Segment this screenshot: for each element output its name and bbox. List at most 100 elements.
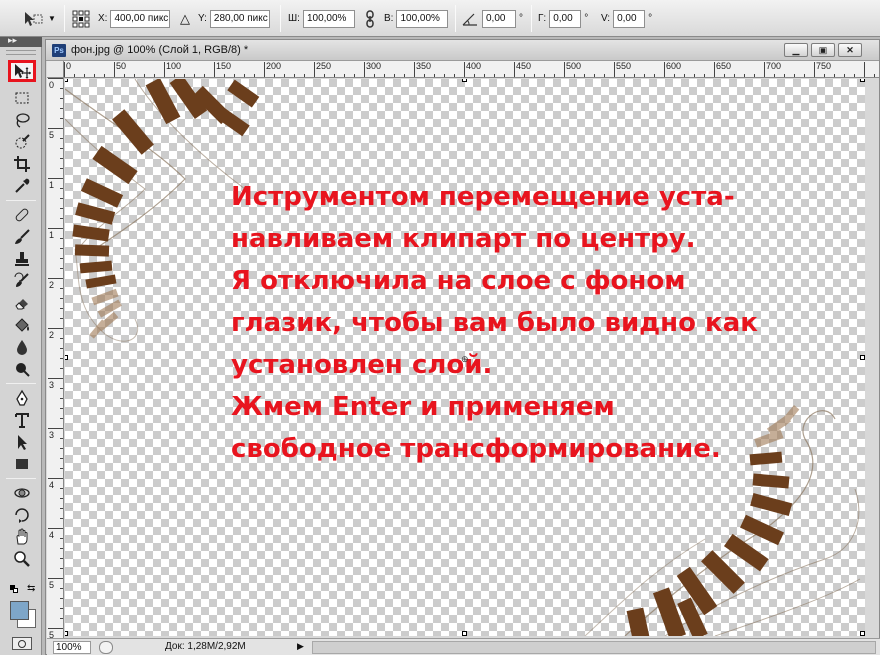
- ruler-tick: [584, 74, 585, 77]
- ruler-tick: [204, 74, 205, 77]
- ruler-tick: [224, 74, 225, 77]
- ruler-tick: [60, 498, 63, 499]
- move-tool[interactable]: [8, 60, 36, 82]
- crop-tool[interactable]: [8, 153, 36, 175]
- ruler-tick: [754, 74, 755, 77]
- horizontal-ruler[interactable]: 0 50 100 150 200 250 300 350 400 450 500 550 600 650 7…: [64, 61, 879, 78]
- ruler-tick: [804, 74, 805, 77]
- quick-mask-button[interactable]: [12, 637, 32, 650]
- vertical-skew-field[interactable]: 0,00: [613, 9, 646, 28]
- magnifier-icon: [14, 551, 30, 567]
- zoom-tool[interactable]: [8, 548, 36, 570]
- ruler-tick: [394, 74, 395, 77]
- ruler-tick: [764, 62, 765, 77]
- ruler-origin[interactable]: [47, 61, 64, 78]
- ruler-tick: [654, 74, 655, 77]
- paint-bucket-tool[interactable]: [8, 314, 36, 336]
- tools-panel-header[interactable]: ▸▸: [0, 35, 42, 47]
- transform-handle-top-left[interactable]: [65, 79, 68, 82]
- ruler-label: 400: [466, 61, 482, 71]
- ruler-tick: [814, 62, 815, 77]
- tools-panel-grip[interactable]: [6, 50, 36, 55]
- ruler-tick: [304, 74, 305, 77]
- transform-handle-middle-right[interactable]: [860, 355, 865, 360]
- blur-tool[interactable]: [8, 336, 36, 358]
- vertical-ruler[interactable]: 0 5 1 1 2 2 3 3 4 4 5 5: [47, 78, 64, 638]
- type-tool[interactable]: [8, 409, 36, 431]
- ruler-tick: [264, 62, 265, 77]
- clone-stamp-tool[interactable]: [8, 248, 36, 270]
- crop-icon: [14, 156, 30, 172]
- eraser-tool[interactable]: [8, 292, 36, 314]
- ruler-tick: [574, 74, 575, 77]
- ruler-tick: [714, 62, 715, 77]
- ruler-tick: [60, 508, 63, 509]
- eyedropper-icon: [15, 178, 30, 193]
- brush-tool[interactable]: [8, 226, 36, 248]
- status-info-icon[interactable]: [99, 641, 113, 654]
- ruler-tick: [734, 74, 735, 77]
- ruler-tick: [124, 74, 125, 77]
- ruler-tick: [60, 558, 63, 559]
- healing-brush-tool[interactable]: [8, 204, 36, 226]
- ruler-tick: [414, 62, 415, 77]
- pen-tool[interactable]: [8, 387, 36, 409]
- ruler-tick: [664, 62, 665, 77]
- transform-handle-bottom-right[interactable]: [860, 631, 865, 636]
- status-menu-arrow-icon[interactable]: ▶: [297, 641, 304, 652]
- y-position-field[interactable]: 280,00 пикс: [209, 9, 270, 28]
- transform-center-point-icon[interactable]: ⊕: [461, 354, 469, 365]
- ruler-tick: [694, 74, 695, 77]
- relative-position-toggle[interactable]: △: [180, 0, 190, 37]
- move-tool-preset-picker[interactable]: ▼: [22, 0, 56, 37]
- transform-handle-middle-left[interactable]: [65, 355, 68, 360]
- lasso-tool[interactable]: [8, 109, 36, 131]
- eyedropper-tool[interactable]: [8, 175, 36, 197]
- options-bar: ▼ X: 400,00 пикс △ Y: 280,00 пикс Ш: 100…: [0, 0, 880, 37]
- foreground-color-swatch[interactable]: [10, 601, 29, 620]
- swap-colors-icon[interactable]: ⇆: [27, 583, 35, 594]
- ruler-tick: [60, 268, 63, 269]
- close-button[interactable]: ✕: [838, 43, 862, 57]
- zoom-level-field[interactable]: 100%: [53, 641, 91, 654]
- height-scale-field[interactable]: 100,00%: [396, 9, 449, 28]
- x-position-field[interactable]: 400,00 пикс: [110, 9, 171, 28]
- ruler-tick: [134, 74, 135, 77]
- horizontal-scrollbar[interactable]: [312, 641, 876, 654]
- ruler-tick: [60, 538, 63, 539]
- ruler-tick: [144, 74, 145, 77]
- pen-icon: [16, 389, 28, 406]
- 3d-orbit-tool[interactable]: [8, 504, 36, 526]
- path-selection-tool[interactable]: [8, 431, 36, 453]
- instruction-line: Иструментом перемещение уста-: [231, 182, 735, 212]
- hand-tool[interactable]: [8, 526, 36, 548]
- rectangle-tool[interactable]: [8, 453, 36, 475]
- minimize-button[interactable]: ▁: [784, 43, 808, 57]
- ruler-tick: [674, 74, 675, 77]
- maintain-aspect-ratio-button[interactable]: [364, 0, 376, 37]
- transform-handle-top-center[interactable]: [462, 79, 467, 82]
- 3d-rotate-tool[interactable]: [8, 482, 36, 504]
- rotate-field[interactable]: 0,00: [482, 9, 516, 28]
- default-colors-button[interactable]: [10, 585, 18, 593]
- canvas[interactable]: Иструментом перемещение уста- навливаем …: [65, 79, 865, 636]
- ruler-tick: [60, 608, 63, 609]
- restore-button[interactable]: ▣: [811, 43, 835, 57]
- history-brush-tool[interactable]: [8, 270, 36, 292]
- transform-handle-bottom-center[interactable]: [462, 631, 467, 636]
- ruler-tick: [704, 74, 705, 77]
- width-scale-field[interactable]: 100,00%: [302, 9, 355, 28]
- document-size-info: Док: 1,28M/2,92M: [165, 641, 246, 652]
- transform-handle-bottom-left[interactable]: [65, 631, 68, 636]
- reference-point-locator[interactable]: [72, 0, 90, 37]
- rotate-angle-icon: [462, 13, 477, 26]
- quick-selection-tool[interactable]: [8, 131, 36, 153]
- document-tab[interactable]: Ps фон.jpg @ 100% (Слой 1, RGB/8) * ▁ ▣ …: [46, 40, 879, 61]
- ruler-label: 2: [49, 330, 55, 340]
- transform-handle-top-right[interactable]: [860, 79, 865, 82]
- horizontal-skew-field[interactable]: 0,00: [549, 9, 582, 28]
- ruler-tick: [194, 74, 195, 77]
- ruler-tick: [794, 74, 795, 77]
- dodge-tool[interactable]: [8, 358, 36, 380]
- marquee-tool[interactable]: [8, 87, 36, 109]
